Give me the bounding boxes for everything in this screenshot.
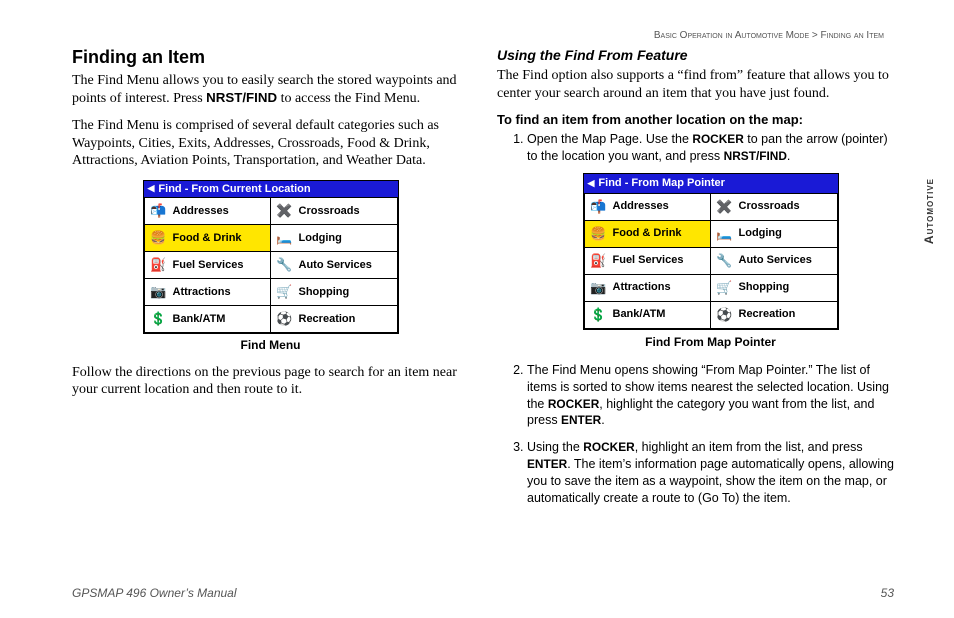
ball-icon: ⚽ bbox=[275, 309, 295, 329]
step-2: The Find Menu opens showing “From Map Po… bbox=[527, 362, 894, 430]
gps-item-lodging: 🛏️Lodging bbox=[711, 221, 838, 248]
crossroads-icon: ✖️ bbox=[715, 197, 735, 217]
footer-title: GPSMAP 496 Owner’s Manual bbox=[72, 586, 237, 600]
gps-item-crossroads: ✖️Crossroads bbox=[711, 194, 838, 221]
gps-screenshot-find-menu: Find - From Current Location 📬Addresses … bbox=[143, 180, 399, 334]
gps-item-bank: 💲Bank/ATM bbox=[144, 306, 271, 333]
gps-title-2: Find - From Map Pointer bbox=[584, 174, 838, 194]
findfrom-para: The Find option also supports a “find fr… bbox=[497, 67, 894, 102]
gps-item-lodging: 🛏️Lodging bbox=[271, 225, 398, 252]
gps-item-bank: 💲Bank/ATM bbox=[584, 302, 711, 329]
bed-icon: 🛏️ bbox=[275, 228, 295, 248]
gps-item-crossroads: ✖️Crossroads bbox=[271, 198, 398, 225]
gps-item-auto: 🔧Auto Services bbox=[711, 248, 838, 275]
breadcrumb: Basic Operation in Automotive Mode > Fin… bbox=[72, 30, 894, 41]
gps-item-recreation: ⚽Recreation bbox=[711, 302, 838, 329]
gps-item-attractions: 📷Attractions bbox=[584, 275, 711, 302]
gps-item-addresses: 📬Addresses bbox=[144, 198, 271, 225]
steps-list: Open the Map Page. Use the ROCKER to pan… bbox=[497, 131, 894, 507]
gps-item-recreation: ⚽Recreation bbox=[271, 306, 398, 333]
crossroads-icon: ✖️ bbox=[275, 201, 295, 221]
wrench-icon: 🔧 bbox=[275, 255, 295, 275]
camera-icon: 📷 bbox=[149, 282, 169, 302]
gps-item-fuel: ⛽Fuel Services bbox=[584, 248, 711, 275]
right-column: Using the Find From Feature The Find opt… bbox=[497, 47, 894, 517]
bed-icon: 🛏️ bbox=[715, 224, 735, 244]
footer: GPSMAP 496 Owner’s Manual 53 bbox=[72, 586, 894, 600]
page-number: 53 bbox=[881, 586, 894, 600]
caption-find-menu: Find Menu bbox=[72, 338, 469, 352]
step-1: Open the Map Page. Use the ROCKER to pan… bbox=[527, 131, 894, 350]
dollar-icon: 💲 bbox=[149, 309, 169, 329]
gps-item-addresses: 📬Addresses bbox=[584, 194, 711, 221]
fuel-icon: ⛽ bbox=[589, 251, 609, 271]
gps-item-food-drink: 🍔Food & Drink bbox=[584, 221, 711, 248]
cart-icon: 🛒 bbox=[275, 282, 295, 302]
gps-item-shopping: 🛒Shopping bbox=[271, 279, 398, 306]
step-3: Using the ROCKER, highlight an item from… bbox=[527, 439, 894, 507]
mailbox-icon: 📬 bbox=[589, 197, 609, 217]
follow-para: Follow the directions on the previous pa… bbox=[72, 364, 469, 399]
left-column: Finding an Item The Find Menu allows you… bbox=[72, 47, 469, 517]
side-tab: Automotive bbox=[922, 178, 936, 244]
food-icon: 🍔 bbox=[149, 228, 169, 248]
fuel-icon: ⛽ bbox=[149, 255, 169, 275]
cart-icon: 🛒 bbox=[715, 278, 735, 298]
breadcrumb-a: Basic Operation in Automotive Mode bbox=[654, 30, 809, 41]
wrench-icon: 🔧 bbox=[715, 251, 735, 271]
food-icon: 🍔 bbox=[589, 224, 609, 244]
gps-item-attractions: 📷Attractions bbox=[144, 279, 271, 306]
caption-map-pointer: Find From Map Pointer bbox=[527, 334, 894, 350]
procedure-heading: To find an item from another location on… bbox=[497, 112, 894, 127]
gps-item-food-drink: 🍔Food & Drink bbox=[144, 225, 271, 252]
gps-item-fuel: ⛽Fuel Services bbox=[144, 252, 271, 279]
camera-icon: 📷 bbox=[589, 278, 609, 298]
breadcrumb-b: Finding an Item bbox=[821, 30, 884, 41]
ball-icon: ⚽ bbox=[715, 305, 735, 325]
gps-item-auto: 🔧Auto Services bbox=[271, 252, 398, 279]
intro-para-1: The Find Menu allows you to easily searc… bbox=[72, 72, 469, 107]
gps-item-shopping: 🛒Shopping bbox=[711, 275, 838, 302]
gps-screenshot-map-pointer: Find - From Map Pointer 📬Addresses ✖️Cro… bbox=[583, 173, 839, 330]
gps-title: Find - From Current Location bbox=[144, 181, 398, 198]
intro-para-2: The Find Menu is comprised of several de… bbox=[72, 117, 469, 170]
page-title: Finding an Item bbox=[72, 47, 469, 68]
dollar-icon: 💲 bbox=[589, 305, 609, 325]
subheading: Using the Find From Feature bbox=[497, 47, 894, 63]
mailbox-icon: 📬 bbox=[149, 201, 169, 221]
